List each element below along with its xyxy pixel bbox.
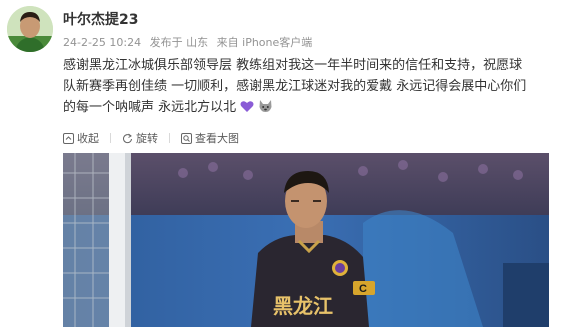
view-large-button[interactable]: 查看大图 [181,130,239,146]
toolbar-divider [169,133,170,143]
view-large-label: 查看大图 [195,132,239,145]
rotate-label: 旋转 [136,132,158,145]
rotate-icon [123,133,132,143]
toolbar-divider [110,133,111,143]
author-avatar[interactable] [7,6,53,52]
post-text-segment: 的每一个呐喊声 永远北方以北 [63,100,237,115]
post-meta: 24-2-25 10:24 发布于 山东 来自 iPhone客户端 [63,34,312,50]
wolf-emoji-icon [259,100,272,112]
jersey-text: 黑龙江 [273,294,333,318]
collapse-icon [63,132,74,144]
post-time[interactable]: 24-2-25 10:24 [63,36,141,49]
collapse-label: 收起 [77,132,99,145]
post-location: 发布于 山东 [149,36,209,49]
purple-heart-icon [240,101,254,112]
image-toolbar: 收起 旋转 查看大图 [63,130,239,146]
post-image[interactable]: C 黑龙江 [63,153,549,327]
post-source: 来自 iPhone客户端 [216,36,313,49]
post-text-line: 感谢黑龙江冰城俱乐部领导层 教练组对我这一年半时间来的信任和支持，祝愿球 [63,58,523,73]
captain-band-text: C [359,283,367,295]
collapse-button[interactable]: 收起 [63,130,99,146]
magnifier-icon [181,132,192,144]
post-text-line: 的每一个呐喊声 永远北方以北 [63,97,555,118]
author-name[interactable]: 叶尔杰提23 [63,9,138,29]
post-text: 感谢黑龙江冰城俱乐部领导层 教练组对我这一年半时间来的信任和支持，祝愿球 队新赛… [63,55,555,118]
rotate-button[interactable]: 旋转 [122,130,158,146]
post-text-line: 队新赛季再创佳绩 一切顺利，感谢黑龙江球迷对我的爱戴 永远记得会展中心你们 [63,79,527,94]
